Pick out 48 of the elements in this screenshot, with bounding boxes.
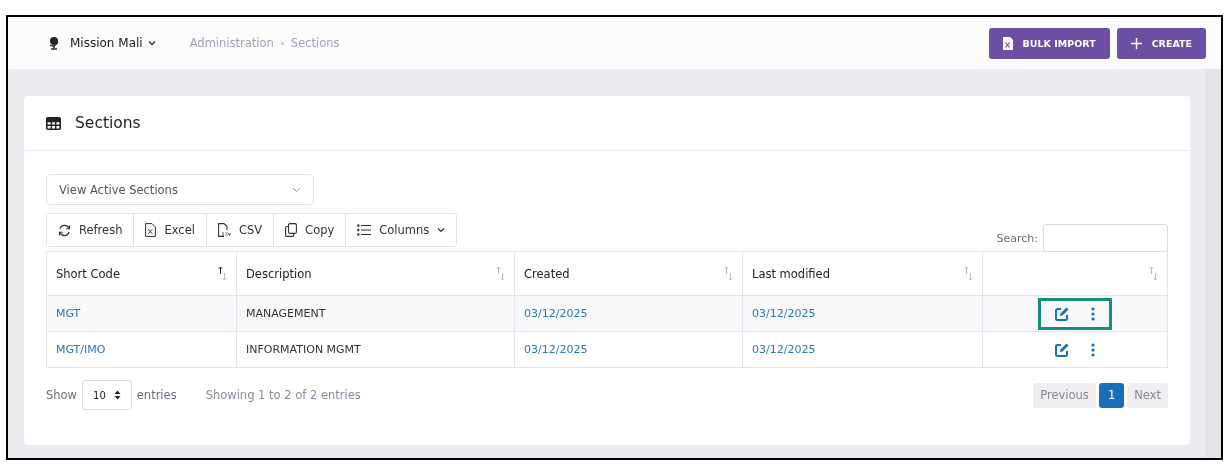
entries-info: Showing 1 to 2 of 2 entries [205,388,361,402]
workspace-dropdown[interactable]: Mission Mali [70,36,156,50]
search-field[interactable] [1043,224,1168,252]
refresh-button[interactable]: Refresh [47,214,135,246]
globe-icon [48,36,60,50]
column-header[interactable]: Short Code [46,251,237,296]
table-cell: INFORMATION MGMT [246,343,361,356]
date-text: 03/12/2025 [752,307,816,320]
page-button[interactable]: 1 [1098,382,1125,408]
filter-dropdown[interactable]: View Active Sections [46,174,314,205]
edit-icon[interactable] [1055,306,1069,321]
excel-file-icon [1002,36,1013,50]
table-icon [46,116,61,130]
refresh-icon [58,223,71,237]
breadcrumb-separator [280,41,284,45]
column-header[interactable]: Last modified [742,251,983,296]
date-text: 03/12/2025 [524,343,588,356]
entries-label: entries [136,388,177,402]
caret-icon [437,227,446,233]
date-text: 03/12/2025 [524,307,588,320]
more-options-icon[interactable] [1091,342,1095,357]
more-options-icon[interactable] [1091,306,1095,321]
page-length-select[interactable]: 10 [82,380,132,410]
copy-icon [285,223,298,237]
sort-toggle-icon [113,390,121,400]
column-header[interactable]: Created [514,251,743,296]
column-header[interactable]: Description [236,251,515,296]
list-icon [357,224,372,236]
plus-icon [1130,37,1142,49]
file-icon [217,223,231,237]
import-button[interactable]: BULK IMPORT [988,27,1110,59]
card-title: Sections [75,114,141,132]
caret-icon [147,40,156,46]
sort-icon [964,266,973,281]
excel-file-icon [145,223,157,237]
search-label: Search: [996,231,1038,245]
edit-icon[interactable] [1055,342,1069,357]
show-label: Show [46,388,78,402]
sort-icon [218,266,227,281]
short-code-link[interactable]: MGT/IMO [56,343,106,356]
sort-icon [496,266,505,281]
create-button[interactable]: CREATE [1116,27,1206,59]
short-code-link[interactable]: MGT [56,307,81,320]
sort-icon [724,266,733,281]
date-text: 03/12/2025 [752,343,816,356]
breadcrumb-item: Sections [290,36,340,50]
chevron-down-icon [292,186,301,193]
table-cell: MANAGEMENT [246,307,326,320]
